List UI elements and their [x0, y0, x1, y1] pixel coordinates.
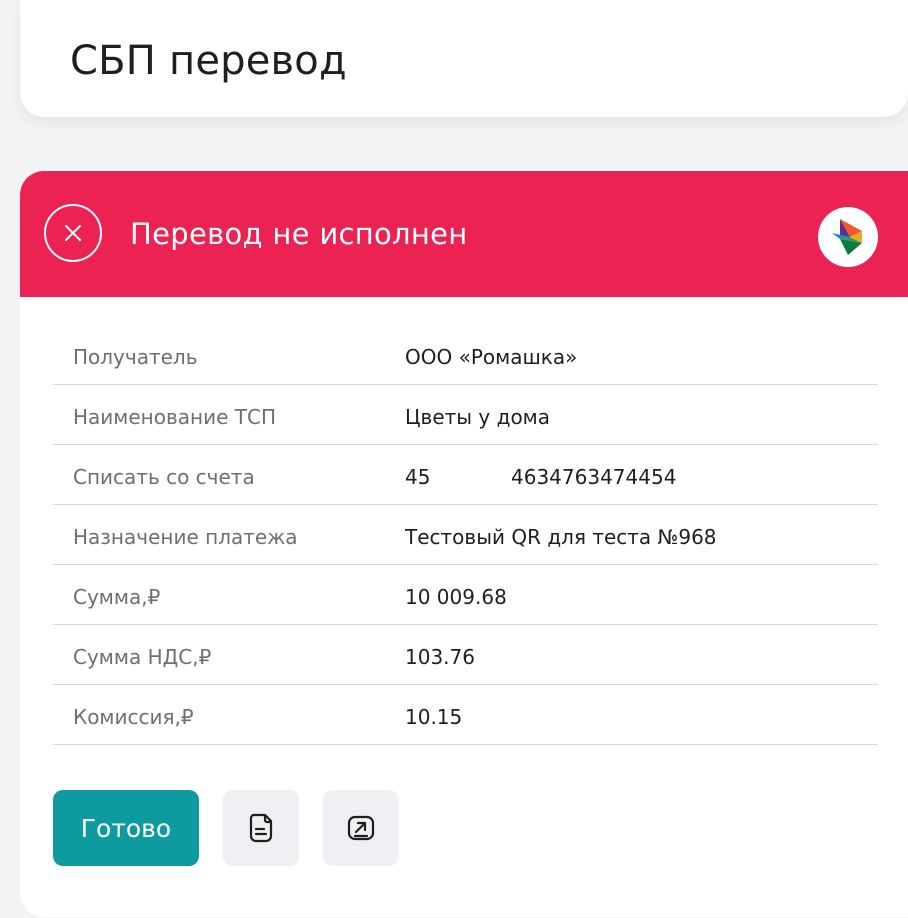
detail-row-account: Списать со счета 45 4634763474454: [53, 445, 878, 505]
merchant-label: Наименование ТСП: [73, 405, 276, 429]
details-list: Получатель ООО «Ромашка» Наименование ТС…: [53, 325, 878, 745]
account-label: Списать со счета: [73, 465, 255, 489]
amount-value: 10 009.68: [405, 585, 507, 609]
detail-row-recipient: Получатель ООО «Ромашка»: [53, 325, 878, 385]
detail-row-fee: Комиссия,₽ 10.15: [53, 685, 878, 745]
detail-row-amount: Сумма,₽ 10 009.68: [53, 565, 878, 625]
account-number: 4634763474454: [511, 465, 677, 489]
merchant-value: Цветы у дома: [405, 405, 551, 429]
page-title: СБП перевод: [70, 38, 347, 84]
purpose-label: Назначение платежа: [73, 525, 298, 549]
sbp-logo: [818, 207, 878, 267]
vat-value: 103.76: [405, 645, 475, 669]
close-icon[interactable]: [44, 204, 102, 262]
purpose-value: Тестовый QR для теста №968: [405, 525, 717, 549]
fee-value: 10.15: [405, 705, 463, 729]
receipt-icon: [249, 813, 273, 843]
receipt-button[interactable]: [223, 790, 299, 866]
done-button[interactable]: Готово: [53, 790, 199, 866]
transfer-result-card: Перевод не исполнен Получатель ООО «Рома…: [20, 171, 908, 917]
vat-label: Сумма НДС,₽: [73, 645, 212, 669]
amount-label: Сумма,₽: [73, 585, 161, 609]
share-button[interactable]: [323, 790, 399, 866]
recipient-label: Получатель: [73, 345, 198, 369]
detail-row-purpose: Назначение платежа Тестовый QR для теста…: [53, 505, 878, 565]
detail-row-vat: Сумма НДС,₽ 103.76: [53, 625, 878, 685]
fee-label: Комиссия,₽: [73, 705, 194, 729]
header-card: СБП перевод: [20, 0, 908, 117]
detail-row-merchant: Наименование ТСП Цветы у дома: [53, 385, 878, 445]
share-icon: [347, 815, 375, 841]
status-banner: Перевод не исполнен: [20, 171, 908, 297]
status-text: Перевод не исполнен: [130, 217, 468, 251]
account-prefix: 45: [405, 465, 431, 489]
recipient-value: ООО «Ромашка»: [405, 345, 578, 369]
